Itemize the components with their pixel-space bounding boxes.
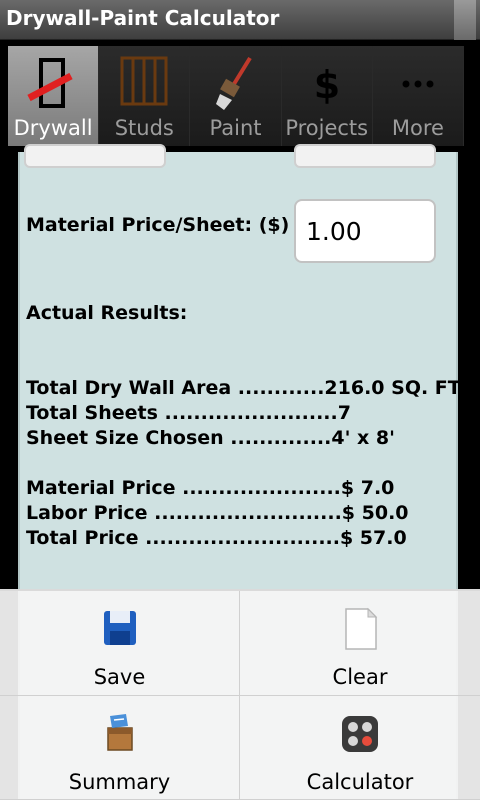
previous-field-left[interactable] [24, 144, 166, 168]
tab-drywall[interactable]: Drywall [8, 46, 100, 146]
dollar-icon: $ [313, 63, 339, 107]
calculator-label: Calculator [306, 769, 414, 794]
tab-more[interactable]: More [372, 46, 465, 146]
summary-button[interactable]: Summary [0, 695, 240, 800]
save-button[interactable]: Save [0, 591, 240, 696]
clear-button[interactable]: Clear [240, 591, 480, 696]
more-icon [402, 80, 434, 88]
actual-results-heading: Actual Results: [26, 302, 188, 324]
calculator-icon [342, 715, 378, 752]
clear-icon [345, 607, 378, 650]
result-total-area: Total Dry Wall Area ............216.0 SQ… [26, 377, 461, 399]
tab-label: More [391, 116, 444, 140]
result-material-price: Material Price ......................$ 7… [26, 477, 395, 499]
tab-studs[interactable]: Studs [99, 46, 191, 146]
svg-text:$: $ [313, 63, 339, 107]
options-menu: Save Clear Summary Calculator [0, 589, 480, 800]
result-total-price: Total Price ...........................$… [26, 527, 407, 549]
tab-label: Paint [209, 116, 262, 140]
tab-projects[interactable]: $ Projects [281, 46, 373, 146]
result-total-sheets: Total Sheets ........................7 [26, 402, 351, 424]
tab-label: Studs [114, 116, 174, 140]
drywall-icon [27, 58, 73, 108]
material-price-input[interactable] [294, 199, 436, 263]
summary-icon [106, 713, 133, 751]
title-bar: Drywall-Paint Calculator [0, 0, 480, 40]
summary-label: Summary [68, 769, 171, 794]
calculator-button[interactable]: Calculator [240, 696, 480, 800]
tab-bar: Drywall Studs Paint $ Projects More [8, 46, 465, 146]
tab-paint[interactable]: Paint [190, 46, 282, 146]
result-labor-price: Labor Price ..........................$ … [26, 502, 409, 524]
result-sheet-size: Sheet Size Chosen ..............4' x 8' [26, 427, 395, 449]
results-list: Total Dry Wall Area ............216.0 SQ… [26, 377, 461, 552]
tab-label: Projects [285, 116, 369, 140]
previous-field-right[interactable] [294, 144, 436, 168]
save-label: Save [93, 665, 146, 689]
clear-label: Clear [332, 665, 388, 689]
tab-label: Drywall [13, 116, 93, 140]
title-bar-handle [454, 0, 476, 40]
material-price-label: Material Price/Sheet: ($) [26, 214, 290, 236]
studs-icon [120, 56, 168, 106]
save-icon [103, 611, 136, 645]
app-title: Drywall-Paint Calculator [6, 6, 280, 30]
paintbrush-icon [215, 56, 252, 110]
